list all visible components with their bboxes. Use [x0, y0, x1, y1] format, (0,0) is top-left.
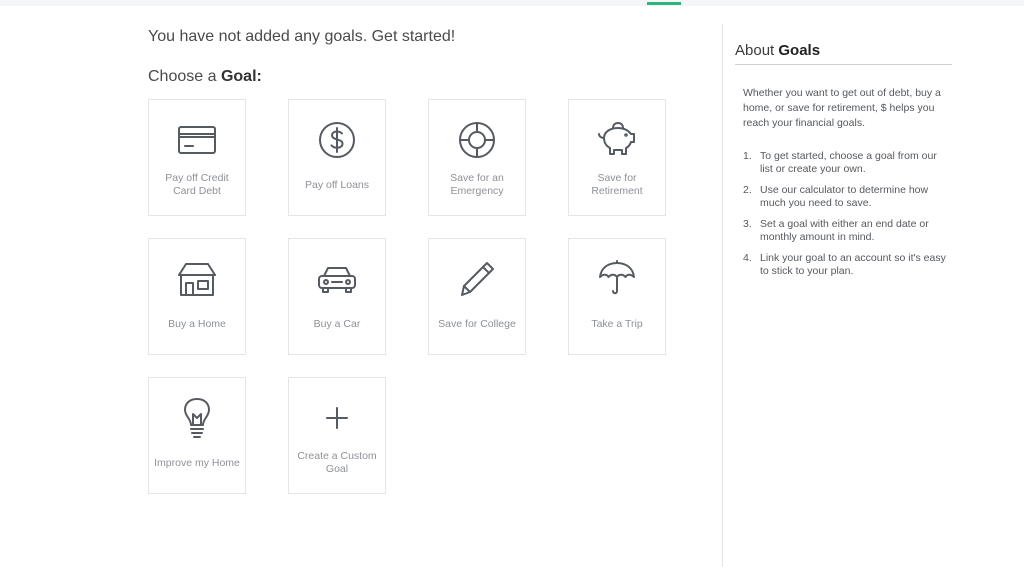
step-number: 4.: [743, 252, 752, 264]
step-text: Link your goal to an account so it's eas…: [760, 252, 946, 277]
progress-indicator: [647, 2, 681, 5]
sidebar-divider: [722, 24, 723, 567]
step-text: Set a goal with either an end date or mo…: [760, 218, 929, 243]
pencil-icon: [429, 259, 525, 299]
goal-tile-emergency[interactable]: Save for an Emergency: [428, 99, 526, 216]
goal-tile-college[interactable]: Save for College: [428, 238, 526, 355]
choose-goal-prefix: Choose a: [148, 68, 217, 85]
goal-label: Take a Trip: [591, 317, 643, 330]
life-ring-icon: [429, 120, 525, 160]
about-title-rule: [735, 64, 952, 65]
goal-label: Pay off Credit Card Debt: [165, 172, 229, 197]
goal-tile-trip[interactable]: Take a Trip: [568, 238, 666, 355]
empty-state-message: You have not added any goals. Get starte…: [148, 28, 456, 45]
lightbulb-icon: [149, 398, 245, 438]
top-bar: [0, 0, 1024, 6]
about-title-prefix: About: [735, 42, 775, 59]
goal-tile-home[interactable]: Buy a Home: [148, 238, 246, 355]
about-steps-list: 1. To get started, choose a goal from our…: [743, 150, 948, 286]
credit-card-icon: [149, 120, 245, 160]
step-number: 1.: [743, 150, 752, 162]
goal-label: Save for Retirement: [591, 172, 643, 197]
goal-tile-credit-card-debt[interactable]: Pay off Credit Card Debt: [148, 99, 246, 216]
step-text: Use our calculator to determine how much…: [760, 184, 929, 209]
step-number: 2.: [743, 184, 752, 196]
car-icon: [289, 259, 385, 299]
plus-icon: [289, 398, 385, 438]
list-item: 3. Set a goal with either an end date or …: [743, 218, 948, 244]
goal-label: Save for College: [438, 317, 516, 330]
house-icon: [149, 259, 245, 299]
goal-label: Create a Custom Goal: [297, 450, 377, 475]
piggy-bank-icon: [569, 120, 665, 160]
goal-tile-retirement[interactable]: Save for Retirement: [568, 99, 666, 216]
list-item: 4. Link your goal to an account so it's e…: [743, 252, 948, 278]
goal-tile-loans[interactable]: Pay off Loans: [288, 99, 386, 216]
goal-label: Buy a Car: [313, 317, 361, 330]
dollar-coin-icon: [289, 120, 385, 160]
choose-goal-bold: Goal:: [220, 68, 262, 85]
goal-tile-car[interactable]: Buy a Car: [288, 238, 386, 355]
umbrella-icon: [569, 259, 665, 299]
about-intro: Whether you want to get out of debt, buy…: [743, 87, 941, 129]
choose-goal-heading: Choose a Goal:: [148, 68, 262, 86]
step-text: To get started, choose a goal from our l…: [760, 150, 937, 175]
step-number: 3.: [743, 218, 752, 230]
goal-label: Improve my Home: [154, 456, 240, 469]
goal-label: Buy a Home: [168, 317, 226, 330]
goal-tile-improve-home[interactable]: Improve my Home: [148, 377, 246, 494]
about-title-bold: Goals: [778, 42, 821, 59]
goal-label: Save for an Emergency: [450, 172, 504, 197]
list-item: 2. Use our calculator to determine how mu…: [743, 184, 948, 210]
goal-tile-custom[interactable]: Create a Custom Goal: [288, 377, 386, 494]
goal-label: Pay off Loans: [304, 178, 370, 191]
list-item: 1. To get started, choose a goal from our…: [743, 150, 948, 176]
about-title: About Goals: [735, 42, 820, 59]
